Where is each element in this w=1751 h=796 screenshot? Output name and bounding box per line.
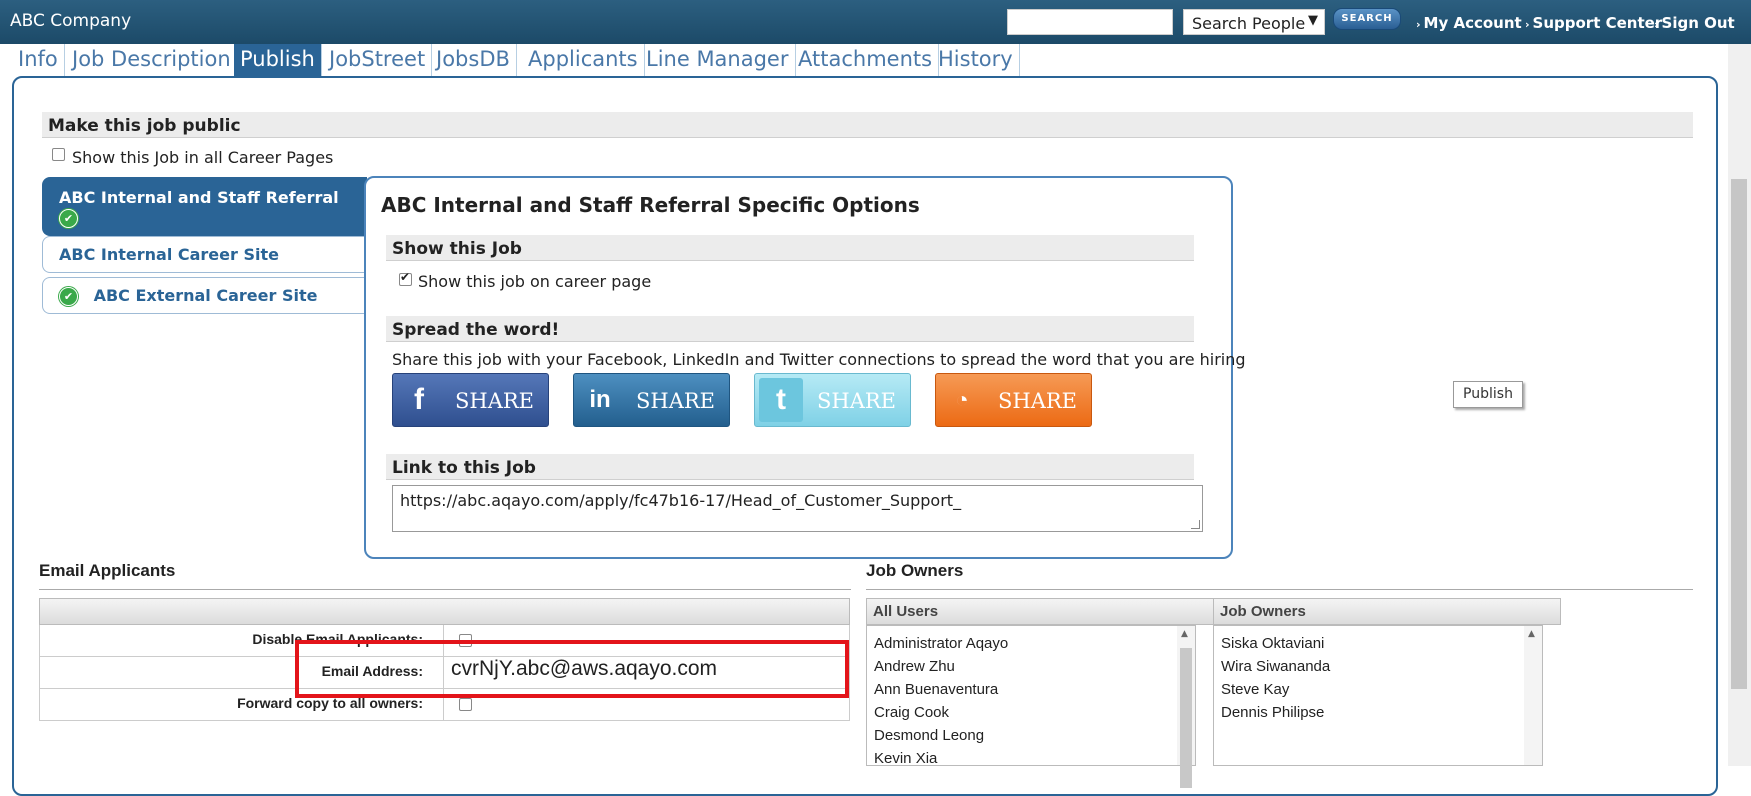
scroll-up-icon[interactable]: ▲: [1528, 629, 1535, 639]
linkedin-share-button[interactable]: in SHARE: [573, 373, 730, 427]
scroll-up-icon[interactable]: ▲: [1181, 629, 1188, 639]
show-all-checkbox[interactable]: [52, 148, 65, 161]
job-link-field[interactable]: https://abc.aqayo.com/apply/fc47b16-17/H…: [392, 485, 1203, 532]
scrollbar-thumb[interactable]: [1731, 179, 1747, 689]
sign-out-link[interactable]: › Sign Out: [1654, 14, 1735, 32]
list-item[interactable]: Andrew Zhu: [874, 658, 955, 675]
site-item-internal-career-site[interactable]: ABC Internal Career Site: [42, 236, 367, 273]
site-item-label: ABC Internal Career Site: [59, 245, 279, 264]
resize-grip-icon[interactable]: [1191, 520, 1200, 529]
tab-line-manager[interactable]: Line Manager: [640, 44, 796, 76]
brand-name: ABC Company: [10, 11, 132, 31]
list-item[interactable]: Wira Siwananda: [1221, 658, 1330, 675]
publish-button[interactable]: Publish: [1453, 381, 1523, 408]
facebook-icon: f: [414, 383, 424, 416]
twitter-share-button[interactable]: t SHARE: [754, 373, 911, 427]
list-item[interactable]: Dennis Philipse: [1221, 704, 1324, 721]
link-heading: Link to this Job: [386, 454, 1194, 480]
job-owners-list[interactable]: Siska Oktaviani Wira Siwananda Steve Kay…: [1213, 625, 1543, 766]
linkedin-icon: in: [589, 386, 611, 413]
divider: [39, 589, 851, 590]
search-type-select[interactable]: Search People ▼: [1183, 9, 1325, 35]
tab-job-description[interactable]: Job Description: [66, 44, 238, 76]
email-table-header: [39, 598, 850, 625]
show-all-label: Show this Job in all Career Pages: [72, 148, 334, 167]
list-item[interactable]: Siska Oktaviani: [1221, 635, 1324, 652]
tab-jobstreet[interactable]: JobStreet: [323, 44, 433, 76]
check-icon: ✔: [59, 209, 78, 228]
facebook-share-button[interactable]: f SHARE: [392, 373, 549, 427]
list-item[interactable]: Administrator Aqayo: [874, 635, 1008, 652]
highlight-box: [295, 640, 849, 698]
spread-description: Share this job with your Facebook, Linke…: [392, 350, 1246, 369]
list-scrollbar[interactable]: ▲: [1524, 626, 1542, 765]
spread-heading: Spread the word!: [386, 316, 1194, 342]
all-users-list[interactable]: Administrator Aqayo Andrew Zhu Ann Buena…: [866, 625, 1196, 788]
show-on-career-checkbox[interactable]: [399, 270, 412, 286]
tab-jobsdb[interactable]: JobsDB: [430, 44, 517, 76]
support-center-link[interactable]: › Support Center: [1525, 14, 1662, 32]
owners-header: Job Owners: [1213, 598, 1561, 625]
divider: [866, 589, 1693, 590]
tab-publish[interactable]: Publish: [234, 44, 322, 76]
forward-copy-checkbox[interactable]: [459, 698, 472, 711]
top-bar: ABC Company Search People ▼ SEARCH › My Ac…: [0, 0, 1751, 44]
show-on-career-label: Show this job on career page: [418, 272, 652, 291]
check-icon: ✔: [59, 287, 78, 306]
page-scrollbar[interactable]: [1728, 44, 1751, 766]
chevron-down-icon: ▼: [1308, 13, 1318, 28]
options-title: ABC Internal and Staff Referral Specific…: [381, 193, 920, 217]
make-public-heading: Make this job public: [42, 112, 1693, 138]
tab-info[interactable]: Info: [12, 44, 65, 76]
my-account-link[interactable]: › My Account: [1416, 14, 1522, 32]
list-scrollbar[interactable]: ▲: [1177, 626, 1195, 788]
list-item[interactable]: Desmond Leong: [874, 727, 984, 744]
rss-icon: ◔: [955, 387, 969, 412]
search-button[interactable]: SEARCH: [1333, 8, 1401, 30]
search-input[interactable]: [1007, 9, 1173, 35]
rss-share-button[interactable]: ◔ SHARE: [935, 373, 1092, 427]
site-item-label: ABC External Career Site: [93, 286, 318, 305]
tab-history[interactable]: History: [932, 44, 1020, 76]
site-item-external-career-site[interactable]: ✔ ABC External Career Site: [42, 277, 367, 314]
all-users-header: All Users: [866, 598, 1214, 625]
list-item[interactable]: Ann Buenaventura: [874, 681, 998, 698]
email-applicants-title: Email Applicants: [39, 561, 176, 580]
list-item[interactable]: Kevin Xia: [874, 750, 937, 767]
tab-attachments[interactable]: Attachments: [792, 44, 940, 76]
tab-applicants[interactable]: Applicants: [522, 44, 645, 76]
site-item-label: ABC Internal and Staff Referral: [59, 188, 339, 207]
site-item-internal-staff-referral[interactable]: ABC Internal and Staff Referral ✔: [42, 177, 367, 236]
job-owners-title: Job Owners: [866, 561, 964, 580]
show-job-heading: Show this Job: [386, 235, 1194, 261]
twitter-icon: t: [759, 378, 803, 422]
list-item[interactable]: Craig Cook: [874, 704, 949, 721]
list-item[interactable]: Steve Kay: [1221, 681, 1289, 698]
